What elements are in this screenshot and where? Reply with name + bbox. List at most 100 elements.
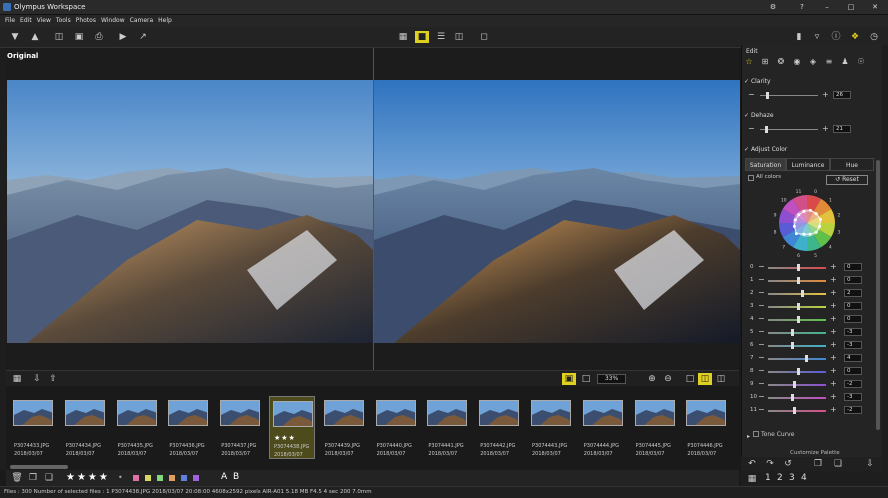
color-row-plus[interactable]: + (830, 301, 837, 310)
clarity-value[interactable]: 26 (833, 91, 851, 99)
color-row-slider[interactable] (768, 293, 826, 295)
color-row-knob[interactable] (791, 342, 795, 349)
color-row-knob[interactable] (797, 277, 800, 284)
settings-icon[interactable]: ⚙ (764, 2, 782, 13)
color-wheel[interactable]: 0 1 2 3 4 5 6 7 8 9 10 11 (772, 188, 842, 259)
paste-settings-icon[interactable]: ❏ (831, 458, 845, 470)
dehaze-slider[interactable] (760, 129, 818, 130)
color-row-knob[interactable] (805, 355, 809, 362)
color-row-minus[interactable]: − (758, 327, 765, 336)
color-row-plus[interactable]: + (830, 379, 837, 388)
dehaze-value[interactable]: 21 (833, 125, 851, 133)
zoom-out-icon[interactable]: ⊖ (661, 373, 675, 385)
color-row-slider[interactable] (768, 397, 826, 399)
color-row-knob[interactable] (792, 407, 796, 414)
actual-size-icon[interactable]: □ (579, 373, 593, 385)
rating-stars[interactable]: ★★★★ (66, 472, 110, 483)
color-row-slider[interactable] (768, 410, 826, 412)
color-row-minus[interactable]: − (758, 340, 765, 349)
revert-icon[interactable]: ↺ (781, 458, 795, 470)
help-button[interactable]: ? (793, 2, 811, 13)
compare-icon[interactable]: ◫ (52, 31, 66, 43)
all-colors-checkbox[interactable] (748, 175, 754, 181)
color-row-value[interactable]: 0 (844, 367, 862, 375)
thumbnail[interactable]: P3074435.JPG 2018/03/07 (114, 396, 160, 459)
adjust-icon[interactable]: ≡ (823, 56, 835, 68)
menu-camera[interactable]: Camera (130, 15, 154, 27)
menu-view[interactable]: View (37, 15, 51, 27)
page-1[interactable]: 1 (765, 473, 771, 483)
thumbnail[interactable]: P3074434.JPG 2018/03/07 (62, 396, 108, 459)
tone-curve-checkbox[interactable] (753, 431, 759, 437)
filmstrip-scrollbar[interactable] (10, 465, 68, 469)
color-row-plus[interactable]: + (830, 275, 837, 284)
adjust-color-section[interactable]: ✓ Adjust Color (744, 146, 787, 153)
label-a[interactable]: A (221, 472, 227, 482)
color-row-knob[interactable] (791, 394, 795, 401)
reset-button[interactable]: ↺ Reset (826, 175, 868, 185)
color-row-slider[interactable] (768, 384, 826, 386)
page-3[interactable]: 3 (789, 473, 795, 483)
color-label-swatch[interactable] (157, 475, 163, 481)
zoom-in-icon[interactable]: ⊕ (645, 373, 659, 385)
color-row-plus[interactable]: + (830, 314, 837, 323)
grid-view-icon[interactable]: ▦ (396, 31, 410, 43)
page-grid-icon[interactable]: ▦ (745, 473, 759, 485)
fit-icon[interactable]: ▣ (562, 373, 576, 385)
import-icon[interactable]: ▼ (8, 31, 22, 43)
no-rating-dot[interactable]: • (118, 473, 123, 482)
save-settings-icon[interactable]: ⇩ (863, 458, 877, 470)
thumbnail[interactable]: P3074437.JPG 2018/03/07 (217, 396, 263, 459)
print-icon[interactable]: ⎙ (92, 31, 106, 43)
save-icon[interactable]: ⇩ (30, 373, 44, 385)
maximize-button[interactable]: □ (842, 2, 860, 13)
color-row-minus[interactable]: − (758, 353, 765, 362)
color-row-plus[interactable]: + (830, 392, 837, 401)
clarity-plus[interactable]: + (822, 90, 829, 99)
dehaze-plus[interactable]: + (822, 124, 829, 133)
info-icon[interactable]: ⓘ (829, 31, 843, 43)
color-row-value[interactable]: 4 (844, 354, 862, 362)
list-view-icon[interactable]: ☰ (434, 31, 448, 43)
color-row-knob[interactable] (797, 368, 800, 375)
tab-luminance[interactable]: Luminance (786, 158, 830, 171)
page-4[interactable]: 4 (801, 473, 807, 483)
dehaze-minus[interactable]: − (748, 124, 755, 133)
history-icon[interactable]: ◷ (867, 31, 881, 43)
fullscreen-icon[interactable]: ◻ (477, 31, 491, 43)
layout-icon[interactable]: ◫ (714, 373, 728, 385)
favorites-icon[interactable]: ☆ (743, 56, 755, 68)
color-row-plus[interactable]: + (830, 340, 837, 349)
export-image-icon[interactable]: ⇧ (46, 373, 60, 385)
menu-tools[interactable]: Tools (56, 15, 71, 27)
color-row-knob[interactable] (797, 303, 800, 310)
tab-hue[interactable]: Hue (830, 158, 874, 171)
menu-file[interactable]: File (5, 15, 15, 27)
play-icon[interactable]: ▶ (116, 31, 130, 43)
copy-icon[interactable]: ❐ (26, 472, 40, 484)
clarity-section[interactable]: ✓ Clarity (744, 78, 771, 85)
thumbnail[interactable]: P3074433.JPG 2018/03/07 (10, 396, 56, 459)
menu-help[interactable]: Help (158, 15, 172, 27)
filter-icon[interactable]: ▿ (810, 31, 824, 43)
color-row-value[interactable]: -2 (844, 380, 862, 388)
color-row-plus[interactable]: + (830, 366, 837, 375)
tab-saturation[interactable]: Saturation (745, 158, 786, 171)
edit-mode-icon[interactable]: ❖ (848, 31, 862, 43)
color-row-knob[interactable] (797, 316, 800, 323)
minimize-button[interactable]: – (818, 2, 836, 13)
thumbnail[interactable]: P3074445.JPG 2018/03/07 (632, 396, 678, 459)
clarity-knob[interactable] (765, 92, 769, 99)
color-label-swatch[interactable] (169, 475, 175, 481)
color-row-plus[interactable]: + (830, 353, 837, 362)
color-row-value[interactable]: -3 (844, 341, 862, 349)
panel-icon[interactable]: ▮ (792, 31, 806, 43)
thumbnail[interactable]: ★★★ P3074438.JPG 2018/03/07 (269, 396, 315, 459)
redo-icon[interactable]: ↷ (763, 458, 777, 470)
single-view-icon[interactable]: ■ (415, 31, 429, 43)
color-row-value[interactable]: 2 (844, 289, 862, 297)
color-row-slider[interactable] (768, 332, 826, 334)
page-2[interactable]: 2 (777, 473, 783, 483)
tone-curve-expand[interactable]: ▸ (747, 433, 750, 440)
color-icon[interactable]: ❂ (775, 56, 787, 68)
